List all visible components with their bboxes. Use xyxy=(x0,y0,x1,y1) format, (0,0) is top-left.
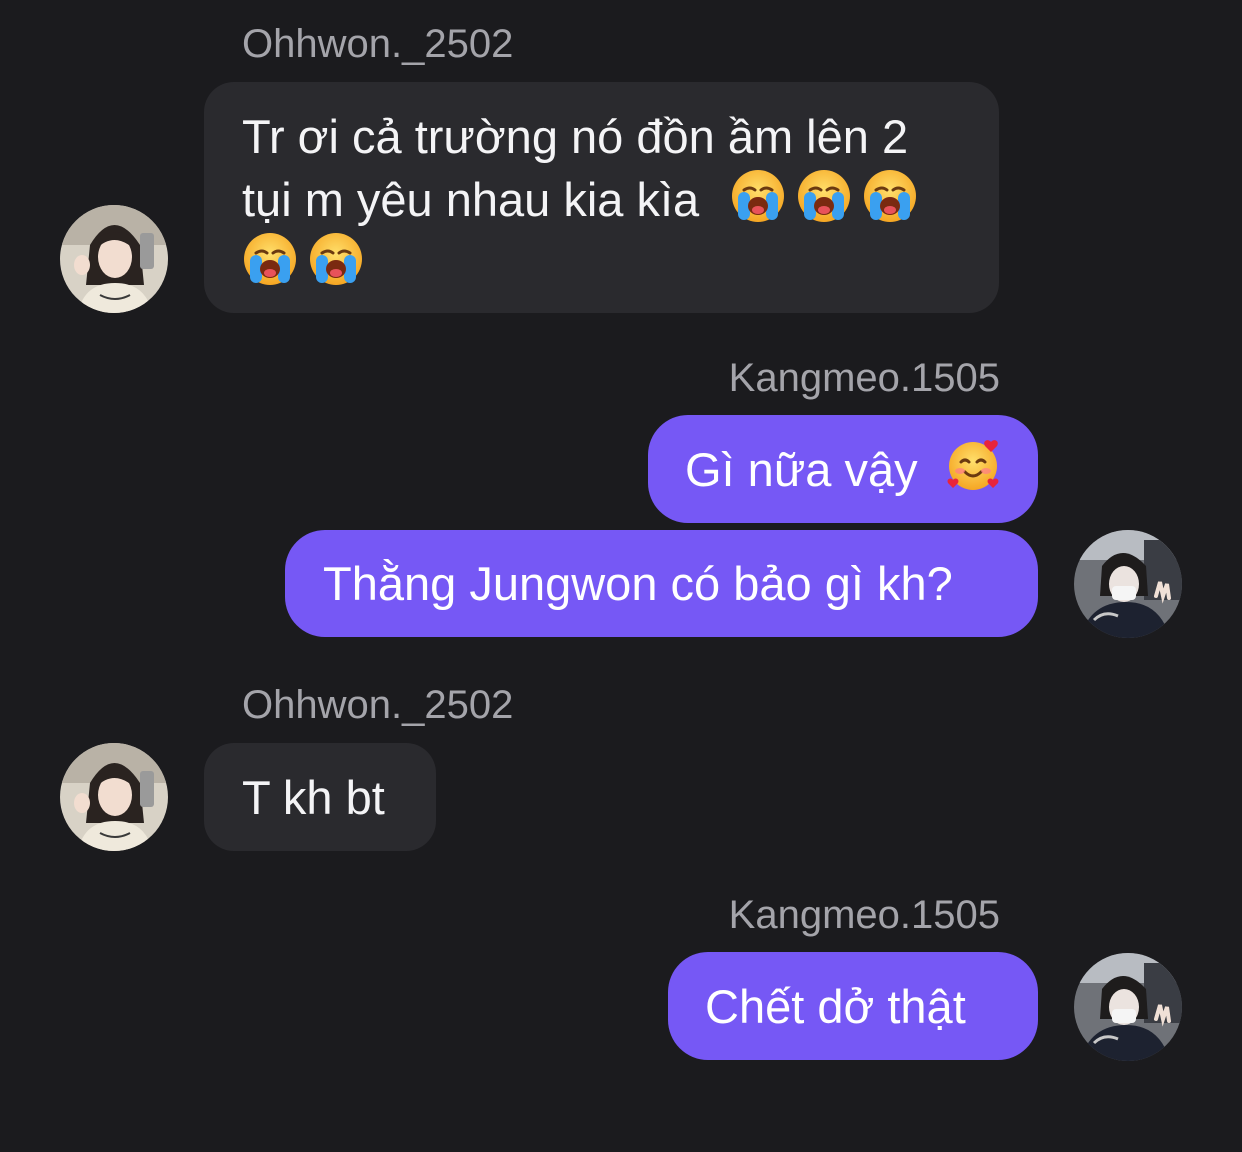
loudly-crying-face-emoji xyxy=(796,168,852,224)
loudly-crying-face-emoji xyxy=(862,168,918,224)
smiling-face-with-hearts-emoji xyxy=(945,438,1001,494)
loudly-crying-face-emoji xyxy=(308,231,364,287)
message-bubble[interactable]: Tr ơi cả trường nó đồn ầm lên 2 tụi m yê… xyxy=(204,82,999,313)
message-text-line: Tr ơi cả trường nó đồn ầm lên 2 xyxy=(242,110,909,163)
message-bubble[interactable]: T kh bt xyxy=(204,743,436,851)
avatar[interactable] xyxy=(60,743,168,851)
message-bubble[interactable]: Chết dở thật xyxy=(668,952,1038,1060)
loudly-crying-face-emoji xyxy=(242,231,298,287)
message-text: Thằng Jungwon có bảo gì kh? xyxy=(323,557,953,610)
sender-name[interactable]: Kangmeo.1505 xyxy=(729,891,1000,939)
message-bubble[interactable]: Thằng Jungwon có bảo gì kh? xyxy=(285,530,1038,637)
avatar[interactable] xyxy=(60,205,168,313)
message-text: T kh bt xyxy=(242,771,385,824)
avatar-image xyxy=(1074,953,1182,1061)
avatar-image xyxy=(1074,530,1182,638)
message-bubble[interactable]: Gì nữa vậy xyxy=(648,415,1038,523)
avatar[interactable] xyxy=(1074,530,1182,638)
avatar-image xyxy=(60,205,168,313)
message-text: Gì nữa vậy xyxy=(685,443,918,496)
message-text-line xyxy=(242,231,961,294)
message-text-line: tụi m yêu nhau kia kìa xyxy=(242,168,961,231)
avatar-image xyxy=(60,743,168,851)
message-text: Chết dở thật xyxy=(705,980,966,1033)
sender-name[interactable]: Ohhwon._2502 xyxy=(242,681,513,729)
sender-name[interactable]: Ohhwon._2502 xyxy=(242,20,513,68)
avatar[interactable] xyxy=(1074,953,1182,1061)
message-text: tụi m yêu nhau kia kìa xyxy=(242,173,700,226)
sender-name[interactable]: Kangmeo.1505 xyxy=(729,354,1000,402)
loudly-crying-face-emoji xyxy=(730,168,786,224)
